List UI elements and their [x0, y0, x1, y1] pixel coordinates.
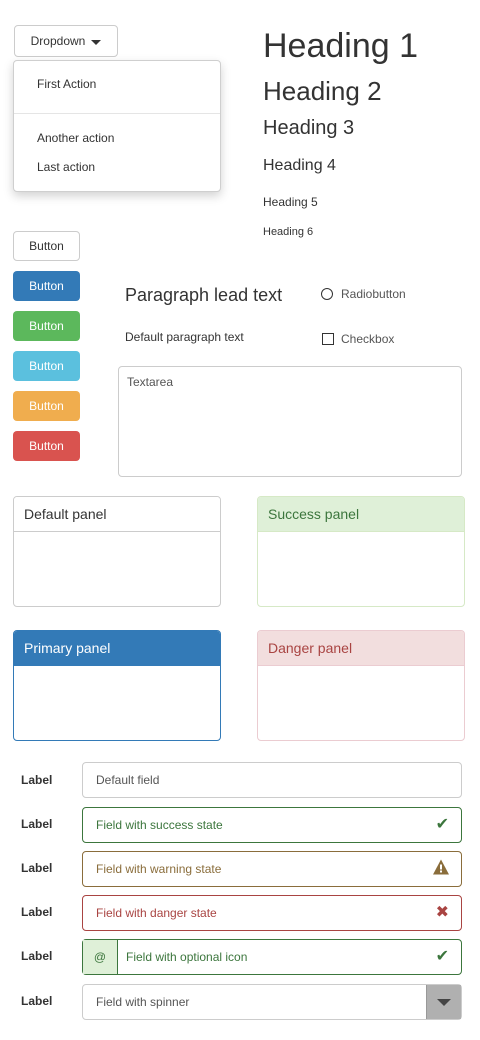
primary-panel-heading: Primary panel	[14, 631, 220, 666]
danger-field-label: Label	[21, 905, 53, 919]
success-panel: Success panel	[257, 496, 465, 607]
heading-1: Heading 1	[263, 27, 419, 65]
warning-field[interactable]: Field with warning state	[82, 851, 462, 887]
dropdown-menu: First Action Another action Last action	[13, 60, 221, 192]
danger-panel-heading: Danger panel	[258, 631, 464, 666]
lead-paragraph: Paragraph lead text	[125, 285, 283, 305]
radio-button[interactable]	[321, 288, 333, 300]
optional-field-label: Label	[21, 949, 53, 963]
success-field-label: Label	[21, 817, 53, 831]
dropdown-item-first-action[interactable]: First Action	[37, 77, 96, 91]
heading-5: Heading 5	[263, 195, 318, 209]
spinner-field-label: Label	[21, 994, 53, 1008]
primary-panel: Primary panel	[13, 630, 221, 741]
default-panel: Default panel	[13, 496, 221, 607]
chevron-down-icon	[437, 998, 451, 1006]
textarea-placeholder: Textarea	[127, 375, 174, 389]
danger-field[interactable]: Field with danger state ✖	[82, 895, 462, 931]
default-panel-heading: Default panel	[14, 497, 220, 532]
textarea[interactable]: Textarea	[118, 366, 462, 477]
warning-button[interactable]: Button	[13, 391, 80, 421]
danger-field-value: Field with danger state	[96, 906, 217, 920]
warning-field-label: Label	[21, 861, 53, 875]
success-field[interactable]: Field with success state ✔	[82, 807, 462, 843]
warning-icon	[433, 859, 449, 879]
info-button[interactable]: Button	[13, 351, 80, 381]
spinner-field-value: Field with spinner	[96, 995, 190, 1009]
dropdown-toggle[interactable]: Dropdown	[14, 25, 118, 57]
checkmark-icon: ✔	[435, 816, 449, 833]
primary-button[interactable]: Button	[13, 271, 80, 301]
checkbox-label[interactable]: Checkbox	[341, 332, 394, 346]
default-field-placeholder: Default field	[96, 773, 160, 787]
danger-button[interactable]: Button	[13, 431, 80, 461]
dropdown-toggle-label: Dropdown	[30, 34, 86, 48]
success-panel-heading: Success panel	[258, 497, 464, 532]
heading-3: Heading 3	[263, 117, 355, 139]
default-field[interactable]: Default field	[82, 762, 462, 798]
dropdown-item-another-action[interactable]: Another action	[37, 131, 114, 145]
heading-2: Heading 2	[263, 76, 382, 106]
checkbox[interactable]	[322, 333, 334, 345]
heading-6: Heading 6	[263, 226, 314, 238]
danger-panel: Danger panel	[257, 630, 465, 741]
default-paragraph: Default paragraph text	[125, 330, 244, 344]
optional-field-value: Field with optional icon	[126, 950, 248, 964]
cross-icon: ✖	[435, 904, 449, 921]
dropdown-item-last-action[interactable]: Last action	[37, 160, 95, 174]
dropdown-divider	[14, 113, 220, 114]
at-addon: @	[83, 940, 118, 974]
heading-4: Heading 4	[263, 157, 336, 174]
default-field-label: Label	[21, 773, 53, 787]
caret-down-icon	[91, 39, 102, 45]
default-button[interactable]: Button	[13, 231, 80, 261]
spinner-field[interactable]: Field with spinner	[82, 984, 462, 1020]
success-button[interactable]: Button	[13, 311, 80, 341]
optional-icon-field[interactable]: @ Field with optional icon ✔	[82, 939, 462, 975]
spinner-button[interactable]	[426, 985, 461, 1019]
success-field-value: Field with success state	[96, 818, 223, 832]
radio-label[interactable]: Radiobutton	[341, 287, 406, 301]
warning-field-value: Field with warning state	[96, 862, 222, 876]
checkmark-icon: ✔	[435, 948, 449, 965]
